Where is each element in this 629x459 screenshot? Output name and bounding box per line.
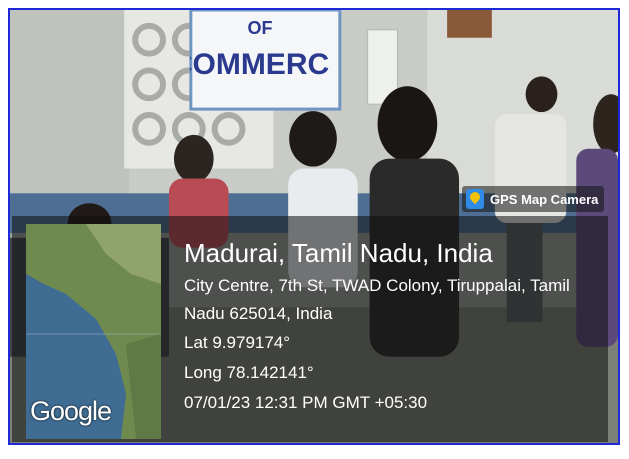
- banner-top-word: OF: [248, 18, 273, 38]
- map-pin-icon: [466, 189, 484, 209]
- location-overlay: Google Madurai, Tamil Nadu, India City C…: [12, 216, 608, 442]
- map-attribution: Google: [30, 396, 112, 426]
- city-title: Madurai, Tamil Nadu, India: [184, 238, 493, 268]
- location-details: Madurai, Tamil Nadu, India City Centre, …: [184, 236, 594, 418]
- satellite-map-thumbnail: Google: [26, 224, 161, 439]
- app-name: GPS Map Camera: [490, 191, 599, 207]
- commerce-banner: OF COMMERCE: [190, 18, 330, 81]
- longitude: Long 78.142141°: [184, 363, 314, 382]
- street-address: City Centre, 7th St, TWAD Colony, Tirupp…: [184, 276, 570, 323]
- timestamp: 07/01/23 12:31 PM GMT +05:30: [184, 393, 428, 412]
- gps-map-camera-tag: GPS Map Camera: [462, 186, 605, 212]
- banner-text: COMMERCE: [190, 48, 330, 81]
- latitude: Lat 9.979174°: [184, 333, 291, 352]
